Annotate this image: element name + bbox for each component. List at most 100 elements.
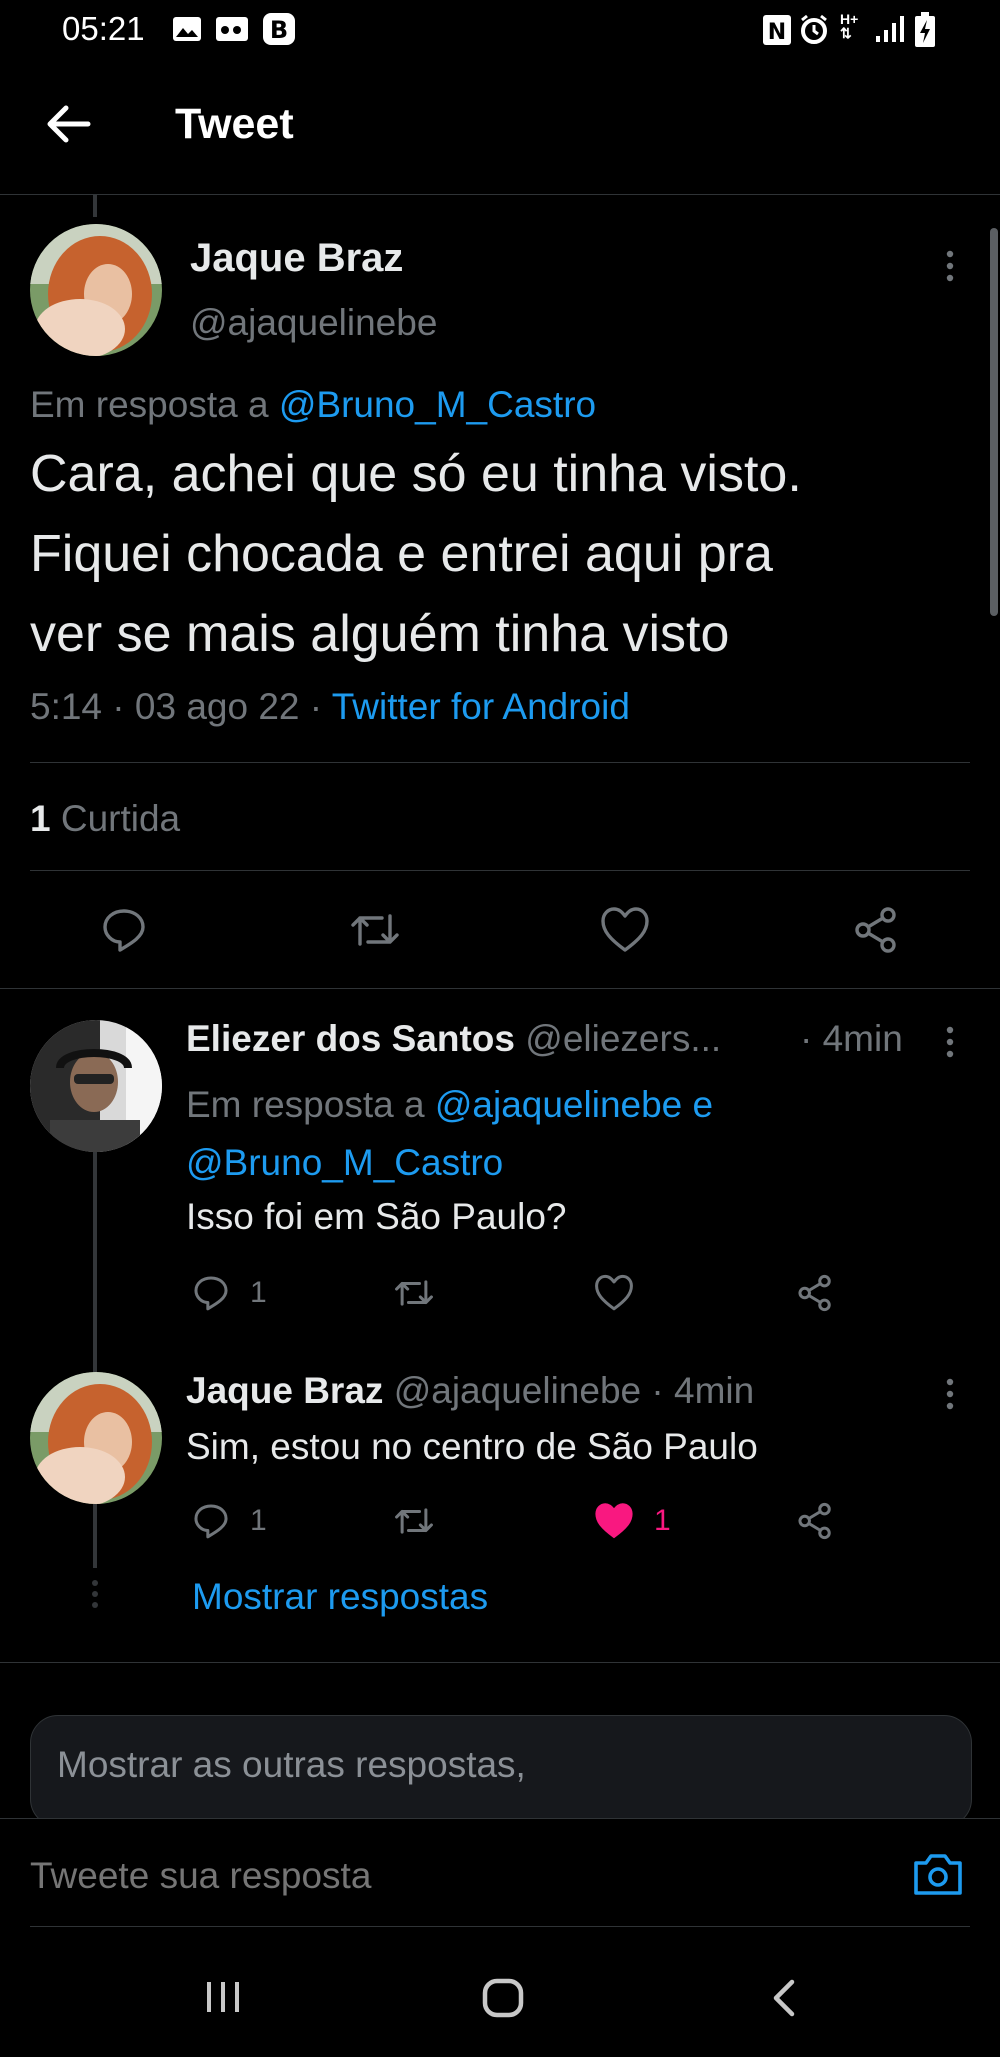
divider xyxy=(30,870,970,871)
scrollbar[interactable] xyxy=(990,228,998,616)
divider xyxy=(0,1662,1000,1663)
svg-text:B: B xyxy=(270,16,288,44)
thread-dots xyxy=(90,1580,100,1608)
tweet-meta: 5:14 · 03 ago 22 · Twitter for Android xyxy=(30,686,630,728)
h-plus-signal-icon: H+ ⇅ xyxy=(840,11,859,41)
reply-context: Em resposta a @Bruno_M_Castro xyxy=(30,384,596,426)
svg-text:N: N xyxy=(768,20,786,45)
tweet-time: 5:14 · 03 ago 22 · xyxy=(30,686,323,727)
retweet-button[interactable] xyxy=(348,906,402,954)
system-back-button[interactable] xyxy=(768,1978,798,2018)
thread-connector xyxy=(93,1152,97,1374)
retweet-icon xyxy=(395,1508,433,1534)
author-handle[interactable]: @ajaquelinebe xyxy=(394,1370,641,1411)
retweet-button[interactable] xyxy=(392,1274,436,1312)
like-button[interactable] xyxy=(594,1274,634,1312)
like-button[interactable] xyxy=(594,1502,634,1540)
reply-button[interactable] xyxy=(192,1274,230,1312)
reply-joiner: e xyxy=(692,1084,714,1125)
more-options-button[interactable] xyxy=(942,248,958,284)
recent-apps-icon xyxy=(207,1982,239,2012)
divider xyxy=(0,988,1000,989)
avatar[interactable] xyxy=(30,1372,162,1504)
thread-connector xyxy=(93,195,97,217)
more-vertical-icon xyxy=(946,250,954,282)
header-divider xyxy=(0,194,1000,195)
b-app-icon: B xyxy=(262,12,296,46)
reply-mention[interactable]: @Bruno_M_Castro xyxy=(186,1142,503,1183)
nfc-icon: N xyxy=(762,14,792,46)
divider xyxy=(30,1926,970,1927)
reply-icon xyxy=(103,909,145,952)
alarm-icon xyxy=(798,14,830,46)
likes-summary[interactable]: 1 Curtida xyxy=(30,798,180,840)
retweet-icon xyxy=(351,914,399,946)
back-button[interactable] xyxy=(44,104,92,144)
reply-count: 1 xyxy=(250,1504,267,1537)
more-options-button[interactable] xyxy=(942,1376,958,1412)
more-vertical-icon xyxy=(946,1378,954,1410)
reply-time: · 4min xyxy=(800,1018,903,1059)
share-button[interactable] xyxy=(852,906,900,954)
voicemail-icon xyxy=(215,16,249,42)
camera-icon xyxy=(914,1854,962,1895)
reply-count: 1 xyxy=(250,1276,267,1309)
reply-mention[interactable]: @ajaquelinebe xyxy=(435,1084,682,1125)
reply-compose-bar xyxy=(0,1818,1000,1929)
reply-button[interactable] xyxy=(100,906,148,954)
home-icon xyxy=(482,1978,524,2018)
author-handle[interactable]: @eliezers... xyxy=(525,1018,721,1059)
thread-connector xyxy=(93,1504,97,1568)
tweet-text-line: Fiquei chocada e entrei aqui pra xyxy=(30,525,773,583)
likes-label: Curtida xyxy=(60,798,181,839)
divider xyxy=(30,762,970,763)
share-icon xyxy=(855,907,896,953)
heart-icon xyxy=(595,1274,633,1311)
status-time: 05:21 xyxy=(62,10,145,47)
heart-icon xyxy=(601,907,649,952)
reply-prefix: Em resposta a xyxy=(30,384,269,425)
reply-header: Jaque Braz @ajaquelinebe · 4min xyxy=(186,1370,754,1412)
reply-button[interactable] xyxy=(192,1502,230,1540)
reply-mention[interactable]: @Bruno_M_Castro xyxy=(279,384,596,425)
home-button[interactable] xyxy=(482,1978,524,2018)
heart-filled-icon xyxy=(595,1503,633,1539)
like-button[interactable] xyxy=(600,906,650,954)
system-nav-bar xyxy=(0,1928,1000,2057)
share-button[interactable] xyxy=(796,1274,834,1312)
status-bar: 05:21 B N H+ ⇅ xyxy=(0,0,1000,60)
recent-apps-button[interactable] xyxy=(205,1980,241,2014)
show-replies-link[interactable]: Mostrar respostas xyxy=(192,1576,488,1618)
reply-input[interactable] xyxy=(28,1847,852,1905)
retweet-button[interactable] xyxy=(392,1502,436,1540)
arrow-left-icon xyxy=(47,105,91,143)
author-name[interactable]: Eliezer dos Santos xyxy=(186,1018,515,1059)
share-icon xyxy=(798,1502,831,1540)
retweet-icon xyxy=(395,1280,433,1306)
battery-charging-icon xyxy=(914,12,936,48)
tweet-source[interactable]: Twitter for Android xyxy=(332,686,630,727)
author-name[interactable]: Jaque Braz xyxy=(186,1370,383,1411)
reply-context: Em resposta a @ajaquelinebe e @Bruno_M_C… xyxy=(186,1076,926,1192)
reply-icon xyxy=(194,1504,228,1539)
reply-text: Sim, estou no centro de São Paulo xyxy=(186,1426,758,1467)
reply-prefix: Em resposta a xyxy=(186,1084,425,1125)
share-icon xyxy=(798,1274,831,1312)
camera-button[interactable] xyxy=(912,1851,964,1897)
tweet-text-line: Cara, achei que só eu tinha visto. xyxy=(30,445,802,503)
cell-signal-icon xyxy=(874,14,906,44)
image-icon xyxy=(172,16,202,42)
more-vertical-icon xyxy=(946,1026,954,1058)
avatar[interactable] xyxy=(30,224,162,356)
more-replies-text: Mostrar as outras respostas, xyxy=(57,1744,526,1785)
author-name[interactable]: Jaque Braz xyxy=(190,236,403,281)
reply-time: · 4min xyxy=(651,1370,755,1411)
author-handle[interactable]: @ajaquelinebe xyxy=(190,302,437,344)
page-title: Tweet xyxy=(175,100,294,148)
share-button[interactable] xyxy=(796,1502,834,1540)
more-replies-box[interactable]: Mostrar as outras respostas, xyxy=(30,1715,972,1827)
avatar[interactable] xyxy=(30,1020,162,1152)
tweet-text: Cara, achei que só eu tinha visto. Fique… xyxy=(30,434,970,674)
reply-icon xyxy=(194,1276,228,1311)
more-options-button[interactable] xyxy=(942,1024,958,1060)
